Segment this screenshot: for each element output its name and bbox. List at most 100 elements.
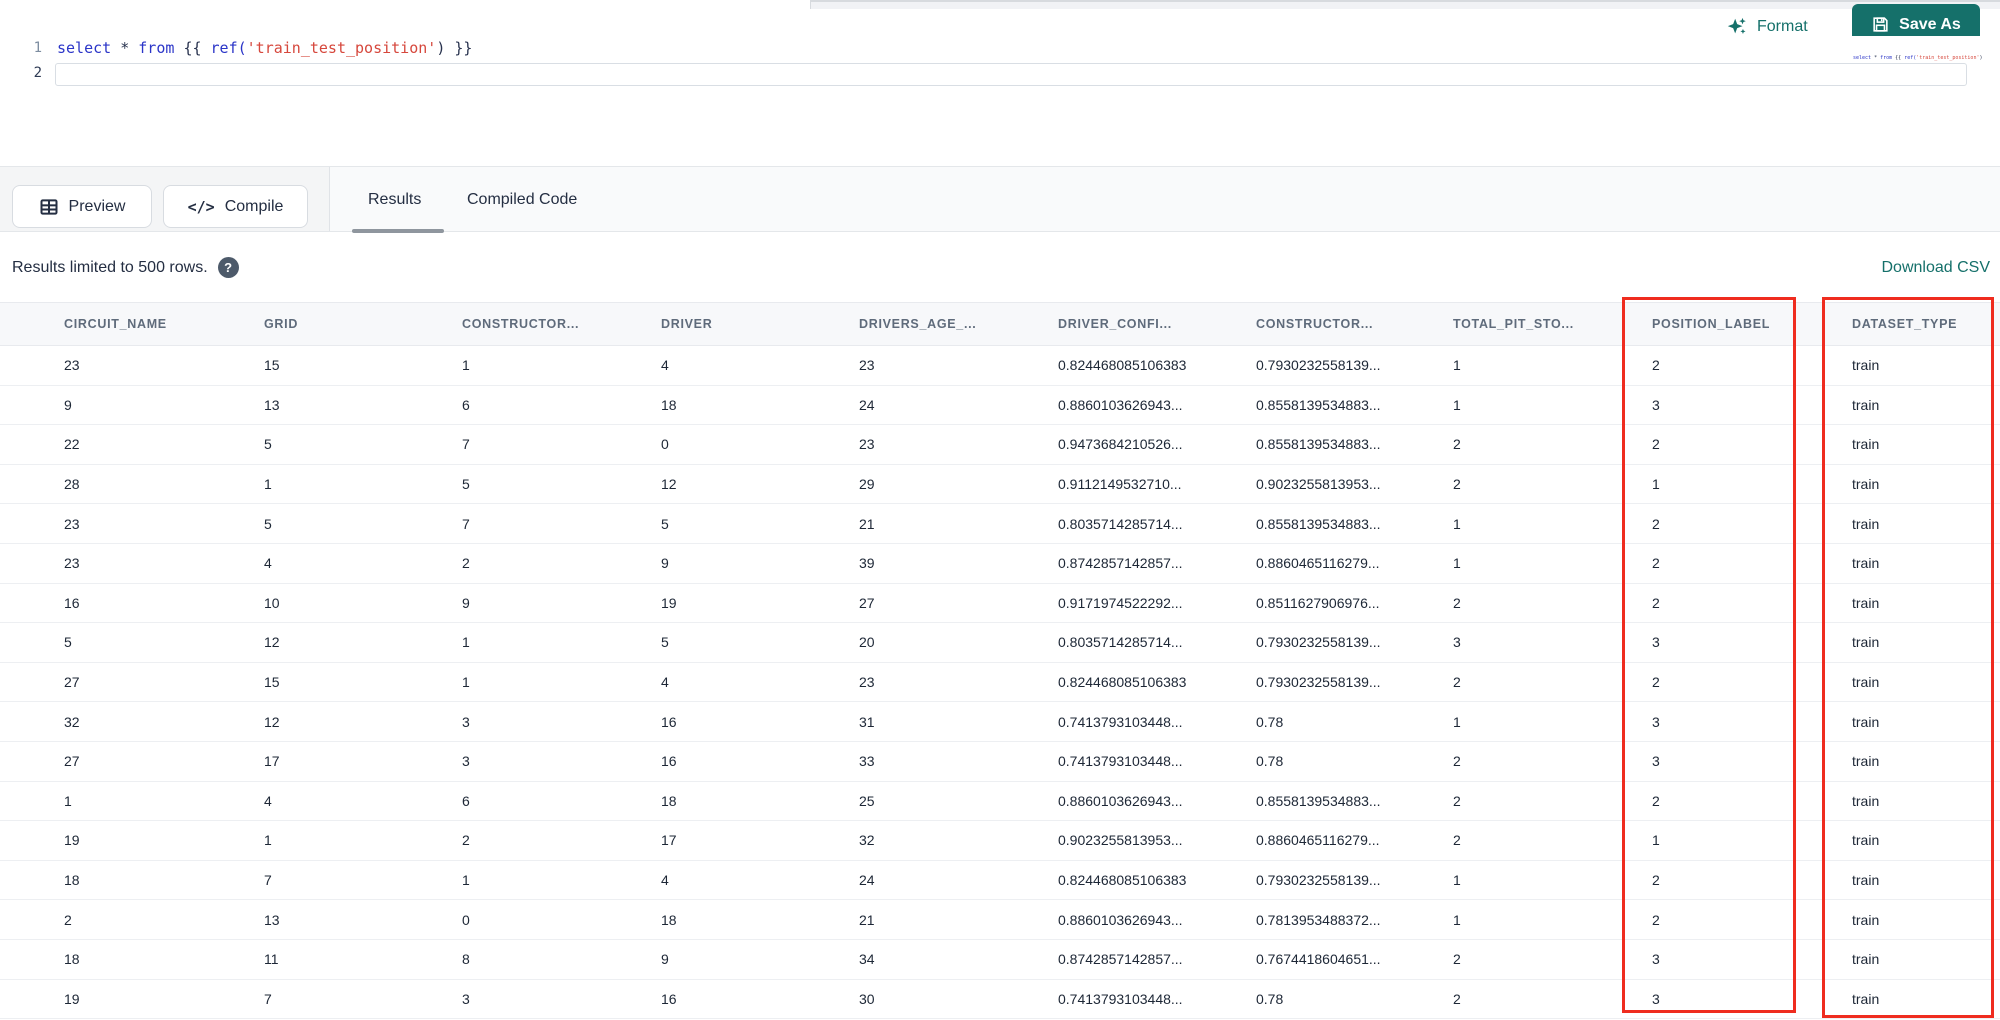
table-cell: 7: [262, 860, 460, 901]
table-cell: 6: [460, 781, 659, 822]
table-cell: 24: [857, 860, 1056, 901]
table-row: 28 1 5 12 29 0.9112149532710... 0.902325…: [0, 464, 2000, 505]
column-header-driver[interactable]: DRIVER: [659, 302, 857, 346]
table-cell: 16: [659, 979, 857, 1020]
table-cell: 1: [262, 820, 460, 861]
column-header-grid[interactable]: GRID: [262, 302, 460, 346]
table-cell: 0.8860103626943...: [1056, 385, 1254, 426]
table-cell: 21: [857, 899, 1056, 940]
table-cell: 18: [659, 899, 857, 940]
table-cell: 1: [1650, 820, 1850, 861]
table-row: 23 4 2 9 39 0.8742857142857... 0.8860465…: [0, 543, 2000, 584]
column-header-position-label[interactable]: POSITION_LABEL: [1650, 302, 1850, 346]
jinja-ref-function: ref(: [210, 39, 247, 57]
table-cell: 5: [262, 424, 460, 465]
jinja-string-literal: 'train_test_position': [246, 39, 437, 57]
column-header-circuit-name[interactable]: CIRCUIT_NAME: [0, 302, 262, 346]
table-row: 23 5 7 5 21 0.8035714285714... 0.8558139…: [0, 503, 2000, 544]
table-cell: 0.78: [1254, 741, 1451, 782]
table-cell: 23: [0, 543, 262, 584]
tabs-zone: [329, 167, 2000, 231]
code-line-2[interactable]: [57, 61, 1980, 86]
table-cell: 20: [857, 622, 1056, 663]
table-cell: 0.8742857142857...: [1056, 939, 1254, 980]
column-header-dataset-type[interactable]: DATASET_TYPE: [1850, 302, 2000, 346]
table-cell: 9: [659, 939, 857, 980]
table-cell: 0.7930232558139...: [1254, 662, 1451, 703]
table-cell: train: [1850, 781, 2000, 822]
tab-compiled-code[interactable]: Compiled Code: [467, 167, 577, 232]
table-cell: 23: [0, 345, 262, 386]
tab-strip-background: [810, 0, 2000, 9]
table-cell: 0.8558139534883...: [1254, 385, 1451, 426]
table-row: 2 13 0 18 21 0.8860103626943... 0.781395…: [0, 899, 2000, 940]
compile-button[interactable]: </> Compile: [163, 185, 308, 228]
table-cell: 1: [1451, 385, 1650, 426]
code-line-1[interactable]: select * from {{ ref('train_test_positio…: [57, 36, 1980, 61]
table-cell: 0.7674418604651...: [1254, 939, 1451, 980]
table-cell: 25: [857, 781, 1056, 822]
column-header-constructor-2[interactable]: CONSTRUCTOR...: [1254, 302, 1451, 346]
table-cell: 0.7813953488372...: [1254, 899, 1451, 940]
table-cell: 8: [460, 939, 659, 980]
table-cell: 0: [659, 424, 857, 465]
table-cell: 7: [460, 503, 659, 544]
table-cell: 18: [0, 939, 262, 980]
sql-operator: *: [120, 39, 139, 57]
table-cell: train: [1850, 503, 2000, 544]
column-header-total-pit-sto[interactable]: TOTAL_PIT_STO...: [1451, 302, 1650, 346]
table-cell: 27: [0, 662, 262, 703]
table-cell: 18: [0, 860, 262, 901]
table-cell: 1: [262, 464, 460, 505]
tab-results[interactable]: Results: [368, 167, 421, 232]
help-icon[interactable]: ?: [217, 257, 239, 278]
table-cell: 3: [460, 741, 659, 782]
sql-keyword: select: [57, 39, 121, 57]
table-cell: 0.8035714285714...: [1056, 622, 1254, 663]
preview-button[interactable]: Preview: [12, 185, 152, 228]
table-cell: 2: [1451, 820, 1650, 861]
sql-editor[interactable]: 1 2 select * from {{ ref('train_test_pos…: [0, 36, 2000, 166]
table-cell: 0.824468085106383: [1056, 662, 1254, 703]
table-cell: 1: [1451, 860, 1650, 901]
line-number: 1: [33, 40, 42, 56]
download-csv-link[interactable]: Download CSV: [1882, 259, 1991, 277]
table-cell: 0.9473684210526...: [1056, 424, 1254, 465]
column-header-constructor-1[interactable]: CONSTRUCTOR...: [460, 302, 659, 346]
table-cell: 2: [1451, 979, 1650, 1020]
column-header-driver-confi[interactable]: DRIVER_CONFI...: [1056, 302, 1254, 346]
table-body: 23 15 1 4 23 0.824468085106383 0.7930232…: [0, 345, 2000, 1020]
table-row: 32 12 3 16 31 0.7413793103448... 0.78 1 …: [0, 701, 2000, 742]
table-row: 27 15 1 4 23 0.824468085106383 0.7930232…: [0, 662, 2000, 703]
column-header-drivers-age[interactable]: DRIVERS_AGE_...: [857, 302, 1056, 346]
table-cell: 15: [262, 345, 460, 386]
table-cell: 4: [262, 781, 460, 822]
table-cell: 6: [460, 385, 659, 426]
table-cell: 1: [460, 860, 659, 901]
table-cell: 19: [659, 583, 857, 624]
code-lines[interactable]: select * from {{ ref('train_test_positio…: [57, 36, 1980, 86]
table-cell: 3: [1650, 939, 1850, 980]
table-cell: 18: [659, 781, 857, 822]
table-cell: 2: [1451, 781, 1650, 822]
table-cell: 1: [460, 662, 659, 703]
table-cell: 0.7413793103448...: [1056, 979, 1254, 1020]
table-cell: 29: [857, 464, 1056, 505]
table-cell: 30: [857, 979, 1056, 1020]
minimap-code: ref(: [1904, 55, 1917, 61]
table-row: 19 7 3 16 30 0.7413793103448... 0.78 2 3…: [0, 979, 2000, 1020]
table-cell: 1: [1451, 899, 1650, 940]
table-cell: 3: [1650, 979, 1850, 1020]
code-brackets-icon: </>: [187, 197, 215, 216]
preview-label: Preview: [68, 197, 126, 215]
table-cell: 31: [857, 701, 1056, 742]
editor-minimap[interactable]: select * from {{ ref('train_test_positio…: [1853, 54, 1983, 63]
minimap-code: from: [1880, 55, 1896, 61]
table-cell: 2: [1451, 424, 1650, 465]
editor-tab-strip: [0, 0, 2000, 9]
table-cell: 2: [1451, 939, 1650, 980]
table-cell: 4: [659, 345, 857, 386]
table-cell: 2: [1650, 345, 1850, 386]
table-cell: train: [1850, 622, 2000, 663]
table-cell: 1: [1451, 701, 1650, 742]
